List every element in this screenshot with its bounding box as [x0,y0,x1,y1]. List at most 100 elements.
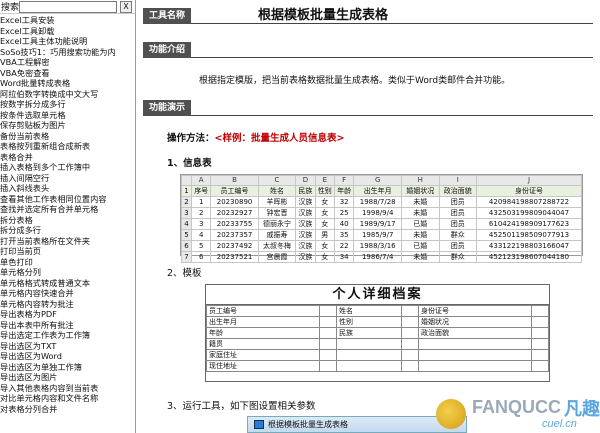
sidebar-item[interactable]: 单元格内容转为批注 [0,299,135,310]
sidebar-item[interactable]: 导出表格为PDF [0,309,135,320]
table-cell[interactable]: 羊晖彬 [257,195,297,208]
sidebar-item[interactable]: Word批量转成表格 [0,78,135,89]
table-cell[interactable]: 3 [190,217,212,230]
sidebar-item[interactable]: 表格按列重新组合成新表 [0,141,135,152]
table-cell[interactable]: 6 [190,250,212,263]
table-cell[interactable]: 太叔冬梅 [257,239,297,252]
table-cell[interactable]: 1988/7/28 [353,195,403,208]
table-cell[interactable]: 汉族 [295,206,316,219]
sidebar-item[interactable]: 单元格内容快速合并 [0,288,135,299]
table-cell[interactable]: 女 [314,239,335,252]
table-cell[interactable]: 政治面貌 [438,184,478,197]
table-cell[interactable]: 年龄 [333,184,355,197]
sidebar-item[interactable]: 导出本表中所有批注 [0,320,135,331]
sidebar-item[interactable]: 单色打印 [0,257,135,268]
sidebar-item[interactable]: VBA免密查看 [0,68,135,79]
table-cell[interactable]: 22 [333,239,355,252]
table-cell[interactable]: 32 [333,195,355,208]
table-cell[interactable]: 群众 [438,228,478,241]
sidebar-item[interactable]: 导出选区为TXT [0,341,135,352]
sidebar-item[interactable]: 插入表格到多个工作簿中 [0,162,135,173]
table-cell[interactable]: 1 [190,195,212,208]
table-cell[interactable]: 出生年月 [353,184,403,197]
table-cell[interactable]: I [438,175,478,186]
table-cell[interactable]: 婚姻状况 [401,184,440,197]
sidebar-item[interactable]: 单元格格式转成普通文本 [0,278,135,289]
sidebar-item[interactable]: Excel工具卸载 [0,26,135,37]
search-input[interactable] [19,0,117,13]
sidebar-item[interactable]: 查看其他工作表相同位置内容 [0,194,135,205]
table-cell[interactable]: 女 [314,217,335,230]
table-cell[interactable]: 452501198509077913 [476,228,582,241]
sidebar-item[interactable]: 打印当前页 [0,246,135,257]
table-cell[interactable]: 20230890 [210,195,259,208]
table-cell[interactable]: C [257,175,297,186]
sidebar-item[interactable]: 阿拉伯数字转换成中文大写 [0,89,135,100]
table-cell[interactable]: 戚振寿 [257,228,297,241]
sidebar-item[interactable]: 导出选区为单独工作簿 [0,362,135,373]
table-cell[interactable]: 汉族 [295,195,316,208]
sidebar-item[interactable]: 导入其他表格内容到当前表 [0,383,135,394]
table-cell[interactable]: 汉族 [295,250,316,263]
table-cell[interactable]: B [210,175,259,186]
table-cell[interactable]: 25 [333,206,355,219]
sidebar-item[interactable]: VBA工程解密 [0,57,135,68]
table-cell[interactable]: 6 [181,239,192,252]
sidebar-item[interactable]: 对比单元格内容和文件名称 [0,393,135,404]
table-cell[interactable]: H [401,175,440,186]
table-cell[interactable]: 3 [181,206,192,219]
table-cell[interactable]: 性别 [314,184,335,197]
table-cell[interactable]: A [190,175,212,186]
table-cell[interactable]: 20237521 [210,250,259,263]
sidebar-item[interactable]: 拆分表格 [0,215,135,226]
table-cell[interactable]: 群众 [438,250,478,263]
table-cell[interactable]: 2 [181,195,192,208]
table-cell[interactable]: 序号 [190,184,212,197]
table-cell[interactable]: 1998/9/4 [353,206,403,219]
table-cell[interactable]: 已婚 [401,239,440,252]
table-cell[interactable]: 汉族 [295,239,316,252]
table-cell[interactable]: 452123198607044180 [476,250,582,263]
table-cell[interactable]: 4 [190,228,212,241]
table-cell[interactable]: 610424198909177623 [476,217,582,230]
sidebar-item[interactable]: 拆分成多行 [0,225,135,236]
sidebar-item[interactable]: 表格合并 [0,152,135,163]
table-cell[interactable]: 员工编号 [210,184,259,197]
table-cell[interactable]: 1985/9/7 [353,228,403,241]
table-cell[interactable]: 未婚 [401,195,440,208]
table-cell[interactable]: 已婚 [401,217,440,230]
table-cell[interactable]: 团员 [438,195,478,208]
table-cell[interactable]: 女 [314,250,335,263]
sidebar-item[interactable]: SoSo技巧1：巧用搜索功能为内 [0,47,135,58]
table-cell[interactable]: 团员 [438,206,478,219]
sidebar-item[interactable]: Excel工具主体功能说明 [0,36,135,47]
sidebar-item[interactable]: 查找并选定所有合并单元格 [0,204,135,215]
sidebar-item[interactable]: 导出选区为图片 [0,372,135,383]
sidebar-item[interactable]: 备份当前表格 [0,131,135,142]
table-cell[interactable]: 1988/3/16 [353,239,403,252]
table-cell[interactable]: 40 [333,217,355,230]
table-cell[interactable]: G [353,175,403,186]
table-cell[interactable]: 34 [333,250,355,263]
table-cell[interactable]: 5 [190,239,212,252]
table-cell[interactable]: 男 [314,228,335,241]
table-cell[interactable]: 20237492 [210,239,259,252]
table-cell[interactable]: 1986/7/4 [353,250,403,263]
table-cell[interactable] [181,175,192,186]
clear-search-button[interactable]: X [120,0,132,13]
sidebar-item[interactable]: 导出选区为Word [0,351,135,362]
table-cell[interactable]: F [333,175,355,186]
table-cell[interactable]: 汉族 [295,217,316,230]
table-cell[interactable]: 1 [181,184,192,197]
table-cell[interactable]: 5 [181,228,192,241]
sidebar-item[interactable]: 插入间隔空行 [0,173,135,184]
sidebar-item[interactable]: 按条件选取单元格 [0,110,135,121]
table-cell[interactable]: 未婚 [401,250,440,263]
table-cell[interactable]: 420984198807288722 [476,195,582,208]
table-cell[interactable]: 432503199809044047 [476,206,582,219]
table-cell[interactable]: D [295,175,316,186]
table-cell[interactable]: 钟宏晋 [257,206,297,219]
table-cell[interactable]: 民族 [295,184,316,197]
sidebar-item[interactable]: 插入斜线表头 [0,183,135,194]
sidebar-item[interactable]: 单元格分列 [0,267,135,278]
